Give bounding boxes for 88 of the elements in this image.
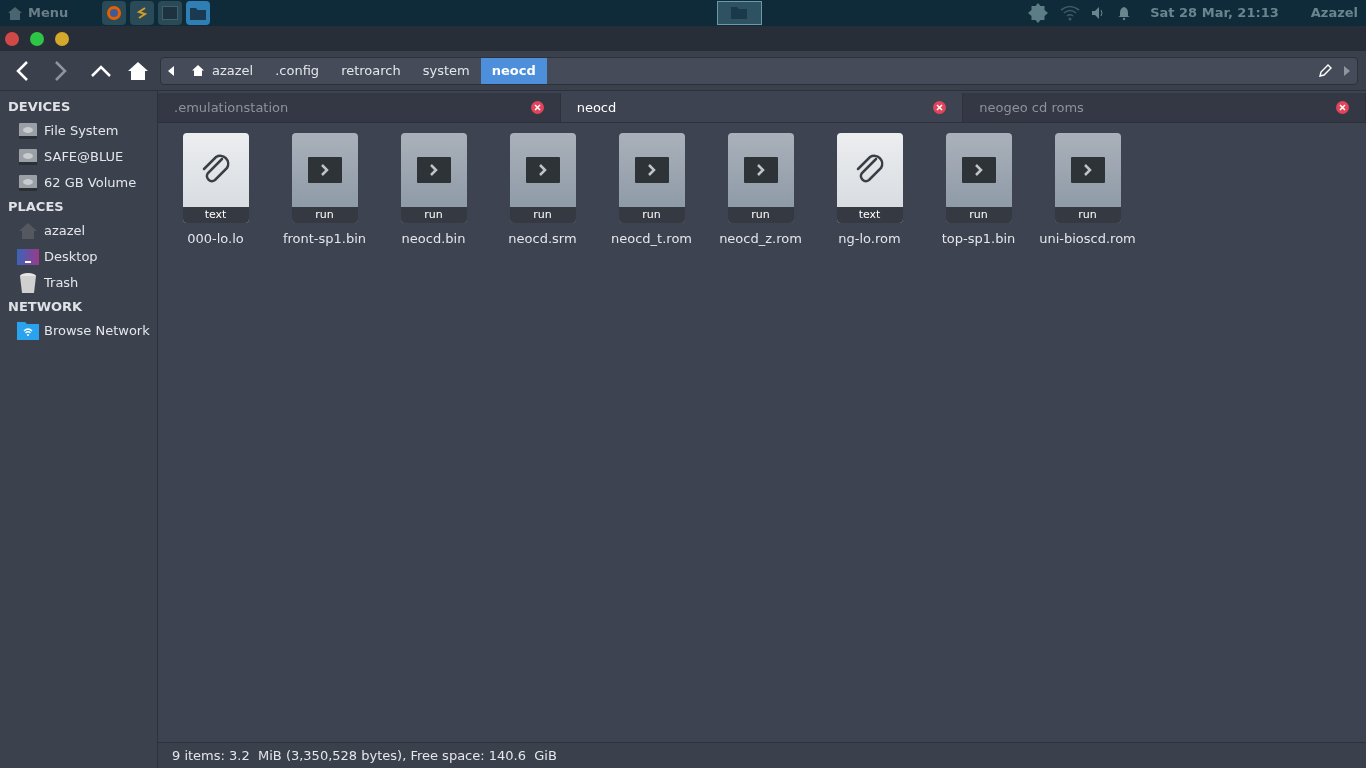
drive-icon [18, 174, 38, 192]
file-name: neocd.bin [401, 230, 466, 248]
file-item[interactable]: run uni-bioscd.rom [1033, 133, 1142, 249]
close-button[interactable] [5, 31, 19, 46]
file-item[interactable]: text ng-lo.rom [815, 133, 924, 249]
file-type-label: text [836, 207, 903, 223]
file-type-label: run [509, 207, 576, 223]
terminal-icon [1070, 157, 1105, 183]
tab[interactable]: .emulationstation [158, 93, 561, 122]
terminal-icon [961, 157, 996, 183]
file-item[interactable]: run neocd.srm [488, 133, 597, 249]
sidebar-item[interactable]: SAFE@BLUE [0, 144, 157, 170]
file-item[interactable]: run top-sp1.bin [924, 133, 1033, 249]
file-name: front-sp1.bin [282, 230, 367, 248]
file-name: neocd_z.rom [719, 230, 802, 248]
file-type-label: run [400, 207, 467, 223]
file-item[interactable]: run neocd_z.rom [706, 133, 815, 249]
tab[interactable]: neogeo cd roms [963, 93, 1366, 122]
file-type-label: run [618, 207, 685, 223]
bell-icon[interactable] [1118, 6, 1131, 20]
file-name: ng-lo.rom [838, 230, 901, 248]
forward-icon[interactable] [52, 60, 68, 81]
file-type-label: run [727, 207, 794, 223]
scroll-right-icon[interactable] [1344, 65, 1350, 76]
sidebar-item[interactable]: File System [0, 118, 157, 144]
sidebar-heading: PLACES [7, 198, 65, 217]
status-text: 9 items: 3.2 MiB (3,350,528 bytes), Free space: 140.6 GiB [172, 746, 557, 765]
home-icon [18, 222, 38, 240]
edit-icon[interactable] [1318, 63, 1332, 78]
close-icon[interactable] [1336, 101, 1349, 114]
close-icon[interactable] [530, 101, 544, 114]
network-folder-icon [17, 322, 39, 340]
sidebar-item[interactable]: Browse Network [0, 318, 157, 344]
launcher-button[interactable] [130, 1, 155, 25]
launcher-button[interactable] [102, 1, 127, 25]
taskbar-window-button[interactable] [716, 1, 762, 25]
menu-button[interactable]: Menu [8, 3, 69, 23]
terminal-icon [162, 6, 179, 20]
sidebar-heading: NETWORK [7, 298, 84, 317]
home-icon[interactable] [128, 61, 148, 80]
file-name: 000-lo.lo [187, 230, 244, 248]
drive-icon [18, 122, 38, 140]
folder-icon [731, 7, 748, 19]
scroll-left-icon[interactable] [168, 65, 174, 76]
sidebar-item[interactable]: 62 GB Volume [0, 170, 157, 196]
file-type-label: run [945, 207, 1012, 223]
maximize-button[interactable] [30, 31, 44, 46]
launcher-button[interactable] [186, 1, 211, 25]
file-item[interactable]: text 000-lo.lo [161, 133, 270, 249]
breadcrumb-button[interactable]: .config [264, 57, 331, 84]
file-item[interactable]: run neocd_t.rom [597, 133, 706, 249]
file-name: top-sp1.bin [941, 230, 1016, 248]
settings-icon[interactable] [1028, 3, 1049, 23]
sidebar-item[interactable]: azazel [0, 218, 157, 244]
clock: Sat 28 Mar, 21:13 [1150, 4, 1279, 23]
file-name: neocd_t.rom [611, 230, 692, 248]
sidebar-item[interactable]: Trash [0, 270, 157, 296]
home-icon [8, 6, 22, 20]
breadcrumb-button[interactable]: retroarch [330, 57, 412, 84]
terminal-icon [743, 157, 778, 183]
folder-icon [190, 6, 207, 20]
user-name: Azazel [1310, 4, 1358, 23]
terminal-icon [307, 157, 342, 183]
up-icon[interactable] [90, 63, 112, 78]
file-type-label: run [1054, 207, 1121, 223]
desktop-icon [17, 248, 39, 266]
breadcrumb-button[interactable]: azazel [181, 57, 265, 84]
home-icon [192, 65, 204, 76]
sidebar-heading: DEVICES [7, 98, 72, 117]
terminal-icon [525, 157, 560, 183]
sidebar-item[interactable]: Desktop [0, 244, 157, 270]
minimize-button[interactable] [55, 31, 69, 46]
browser-icon [106, 5, 123, 21]
terminal-icon [634, 157, 669, 183]
tab[interactable]: neocd [560, 93, 964, 122]
terminal-icon [416, 157, 451, 183]
file-name: neocd.srm [508, 230, 577, 248]
back-icon[interactable] [15, 60, 31, 81]
file-name: uni-bioscd.rom [1039, 230, 1136, 248]
file-item[interactable]: run neocd.bin [379, 133, 488, 249]
trash-icon [18, 272, 38, 294]
file-item[interactable]: run front-sp1.bin [270, 133, 379, 249]
editor-icon [135, 6, 150, 20]
file-type-label: run [291, 207, 358, 223]
close-icon[interactable] [933, 101, 947, 114]
drive-icon [18, 148, 38, 166]
breadcrumb-button[interactable]: system [411, 57, 481, 84]
file-type-label: text [182, 207, 249, 223]
